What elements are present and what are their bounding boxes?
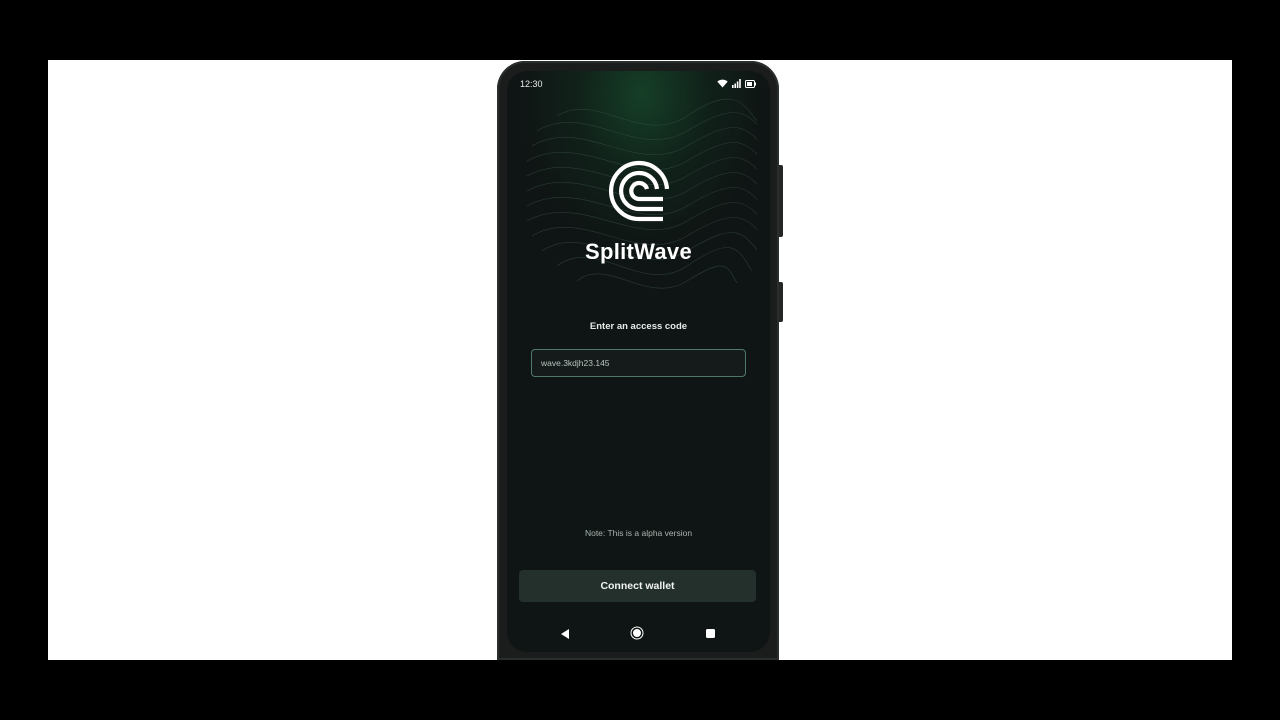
access-code-prompt: Enter an access code — [589, 321, 688, 332]
connect-wallet-button[interactable]: Connect wallet — [519, 570, 756, 602]
phone-volume-button — [779, 165, 783, 237]
app-name: SplitWave — [584, 239, 693, 264]
navigation-bar — [507, 623, 770, 645]
signal-icon — [732, 79, 741, 88]
phone-power-button — [779, 282, 783, 322]
status-time: 12:30 — [520, 79, 543, 89]
home-icon[interactable] — [633, 629, 641, 637]
phone-screen: 12:30 SplitWave Enter an access code Not… — [507, 71, 770, 652]
battery-icon — [745, 79, 756, 88]
recents-icon[interactable] — [706, 629, 715, 638]
splitwave-logo-icon — [608, 160, 670, 222]
wifi-icon — [717, 79, 728, 88]
status-icons — [717, 79, 756, 88]
alpha-version-note: Note: This is a alpha version — [584, 528, 693, 538]
back-icon[interactable] — [561, 629, 569, 639]
access-code-input[interactable] — [531, 349, 746, 377]
